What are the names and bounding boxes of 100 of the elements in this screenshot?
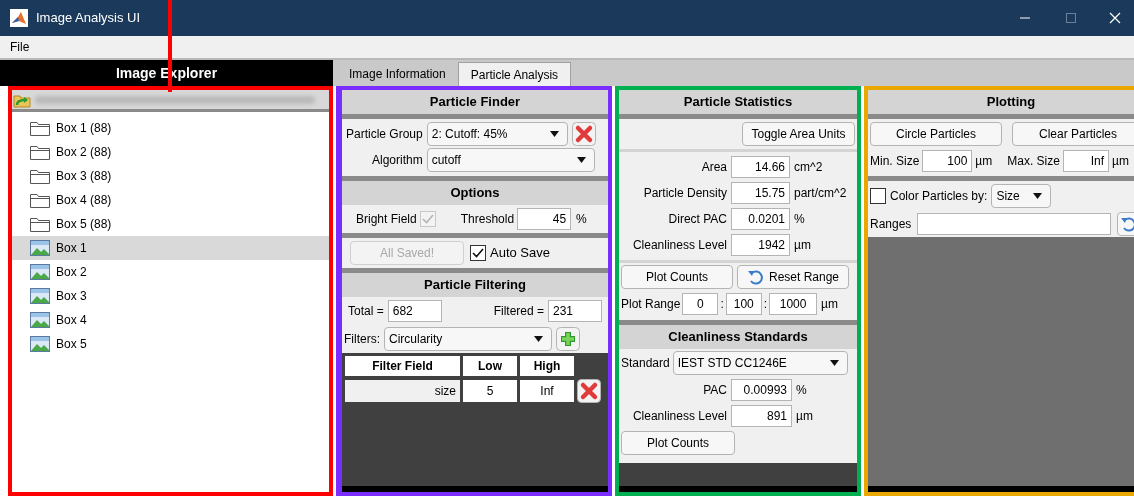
text-field[interactable]: 14.66 <box>731 156 790 178</box>
window-title: Image Analysis UI <box>36 9 141 28</box>
label: Direct PAC <box>667 211 727 228</box>
folder-icon <box>30 120 50 136</box>
tree-label: Box 2 <box>56 264 87 281</box>
button[interactable]: Toggle Area Units <box>742 122 855 146</box>
checkbox[interactable] <box>470 245 486 261</box>
button[interactable]: Reset Range <box>737 265 849 289</box>
dropdown[interactable]: IEST STD CC1246E <box>672 351 848 375</box>
text-field[interactable]: 45 <box>517 208 572 230</box>
tree-label: Box 5 (88) <box>56 216 112 233</box>
label: % <box>794 211 805 228</box>
image-icon <box>30 240 50 256</box>
button[interactable]: Plot Counts <box>621 265 733 289</box>
label: Plot Range <box>621 296 681 313</box>
text-field[interactable]: 231 <box>548 300 602 322</box>
tree-label: Box 1 (88) <box>56 120 112 137</box>
label: : <box>763 296 768 313</box>
tab[interactable]: Particle Analysis <box>457 62 572 86</box>
table-cell[interactable]: Inf <box>520 380 574 402</box>
text-field[interactable]: 0 <box>682 293 719 315</box>
button[interactable]: Clear Particles <box>1012 122 1134 146</box>
section-header: Options <box>342 181 608 205</box>
label: Standard <box>621 355 670 372</box>
label: Particle Group <box>346 126 423 143</box>
label: PAC <box>702 382 727 399</box>
label: Cleanliness Level <box>631 408 727 425</box>
label: µm <box>794 237 811 254</box>
folder-icon <box>30 144 50 160</box>
text-field[interactable]: 0.00993 <box>731 379 792 401</box>
label: Min. Size <box>870 153 920 170</box>
tree-item[interactable]: Box 5 (88) <box>12 212 329 236</box>
tree-item[interactable]: Box 1 (88) <box>12 116 329 140</box>
delete-icon[interactable] <box>577 379 601 403</box>
column-header: Filter Field <box>345 356 460 376</box>
section-header: Cleanliness Standards <box>619 325 857 349</box>
button[interactable]: Plot Counts <box>621 431 735 455</box>
reset-button[interactable] <box>1117 212 1134 236</box>
text-field[interactable]: 891 <box>731 405 792 427</box>
tree-item[interactable]: Box 4 (88) <box>12 188 329 212</box>
tree-label: Box 2 (88) <box>56 144 112 161</box>
label: Cleanliness Level <box>631 237 727 254</box>
section-header: Plotting <box>868 90 1134 114</box>
image-icon <box>30 336 50 352</box>
menu-item[interactable]: File <box>0 38 40 56</box>
label: Color Particles by: <box>890 188 988 205</box>
text-field[interactable]: Inf <box>1062 150 1109 172</box>
table-cell[interactable]: 5 <box>463 380 517 402</box>
label: Filters: <box>344 331 380 348</box>
text-field[interactable]: 1942 <box>731 234 790 256</box>
checkbox[interactable] <box>870 188 886 204</box>
label: Filtered = <box>493 303 544 320</box>
tree-label: Box 5 <box>56 336 87 353</box>
text-field[interactable]: 15.75 <box>731 182 790 204</box>
text-field[interactable]: 100 <box>725 293 762 315</box>
tree-label: Box 4 (88) <box>56 192 112 209</box>
button[interactable]: Circle Particles <box>870 122 1002 146</box>
text-field[interactable] <box>917 213 1112 235</box>
caret-icon <box>1033 193 1043 199</box>
tree-item[interactable]: Box 3 <box>12 284 329 308</box>
label: part/cm^2 <box>794 185 847 202</box>
tree-item[interactable]: Box 2 (88) <box>12 140 329 164</box>
image-icon <box>30 312 50 328</box>
dropdown[interactable]: Size <box>991 184 1052 208</box>
tree-item[interactable]: Box 4 <box>12 308 329 332</box>
label: cm^2 <box>794 159 823 176</box>
tree-label: Box 1 <box>56 240 87 257</box>
label: Algorithm <box>372 152 423 169</box>
tree-label: Box 4 <box>56 312 87 329</box>
dropdown[interactable]: 2: Cutoff: 45% <box>426 122 568 146</box>
image-icon <box>30 264 50 280</box>
label: Max. Size <box>1007 153 1060 170</box>
text-field[interactable]: 1000 <box>769 293 818 315</box>
label: % <box>576 211 587 228</box>
label: Threshold <box>460 211 515 228</box>
tree-item[interactable]: Box 5 <box>12 332 329 356</box>
label: Area <box>700 159 727 176</box>
label: µm <box>821 296 838 313</box>
dropdown[interactable]: cutoff <box>426 148 595 172</box>
text-field[interactable]: 682 <box>387 300 442 322</box>
label: Auto Save <box>490 244 550 263</box>
folder-icon <box>30 216 50 232</box>
dropdown[interactable]: Circularity <box>384 327 552 351</box>
text-field[interactable]: 0.0201 <box>731 208 790 230</box>
label: µm <box>796 408 813 425</box>
folder-icon <box>30 168 50 184</box>
label: Particle Density <box>642 185 727 202</box>
tree-label: Box 3 (88) <box>56 168 112 185</box>
caret-icon <box>576 157 586 163</box>
add-icon[interactable] <box>556 327 580 351</box>
text-field[interactable]: 100 <box>922 150 973 172</box>
delete-icon[interactable] <box>571 122 596 146</box>
caret-icon <box>829 360 839 366</box>
tree-item[interactable]: Box 1 <box>12 236 329 260</box>
label: % <box>796 382 807 399</box>
tree-item[interactable]: Box 3 (88) <box>12 164 329 188</box>
tree-item[interactable]: Box 2 <box>12 260 329 284</box>
column-header: High <box>520 356 574 376</box>
app-logo-icon <box>10 9 28 27</box>
caret-icon <box>534 336 543 342</box>
